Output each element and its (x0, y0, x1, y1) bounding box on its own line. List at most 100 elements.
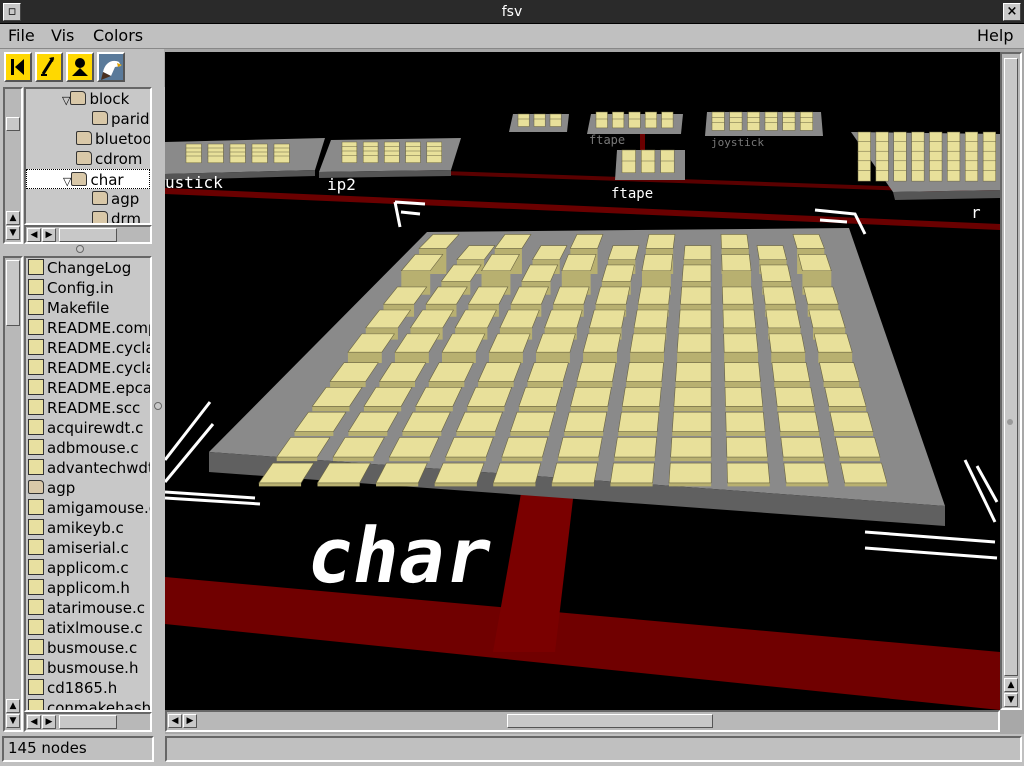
tree-vscroll[interactable]: ▲ ▼ (3, 87, 23, 244)
file-node (533, 118, 546, 127)
file-node (723, 333, 759, 353)
file-list-scroll-down-button[interactable]: ▼ (6, 714, 20, 728)
file-list-item[interactable]: Config.in (28, 278, 150, 298)
file-node-side (294, 431, 334, 437)
file-node (857, 150, 871, 163)
file-list-item[interactable]: applicom.h (28, 578, 150, 598)
pane-divider-handle[interactable] (76, 245, 84, 253)
file-list-item[interactable]: conmakehash.c (28, 698, 150, 710)
file-list-item[interactable]: amikeyb.c (28, 518, 150, 538)
file-node-side (783, 457, 824, 462)
file-list-item[interactable]: busmouse.c (28, 638, 150, 658)
file-list-item[interactable]: adbmouse.c (28, 438, 150, 458)
file-list-item[interactable]: agp (28, 478, 150, 498)
file-list-vscroll-thumb[interactable] (6, 260, 20, 326)
file-node-side (363, 406, 402, 412)
file-list-hscroll-thumb[interactable] (59, 715, 117, 729)
window-title: fsv (501, 4, 523, 20)
file-list-scroll-up-button[interactable]: ▲ (6, 699, 20, 713)
file-node (501, 437, 549, 458)
file-list-scroll-right-button[interactable]: ▶ (42, 715, 56, 729)
menu-colors[interactable]: Colors (93, 24, 143, 48)
file-list-item[interactable]: advantechwdt.c (28, 458, 150, 478)
file-icon (28, 299, 44, 315)
file-list-item[interactable]: acquirewdt.c (28, 418, 150, 438)
file-icon (28, 679, 44, 695)
file-list-item[interactable]: Makefile (28, 298, 150, 318)
tree-item-drm[interactable]: drm (92, 209, 150, 223)
view-scroll-left-button[interactable]: ◀ (168, 714, 182, 728)
file-node (797, 254, 832, 272)
back-to-root-button[interactable] (4, 52, 32, 82)
window-menu-button[interactable]: ▫ (3, 3, 21, 21)
file-list-hscroll[interactable]: ◀ ▶ (24, 712, 152, 732)
filesystem-3d-view[interactable]: ustick ip2 ftape ftape joystick r char (165, 52, 1000, 710)
file-node (660, 160, 675, 173)
menu-file[interactable]: File (8, 24, 35, 48)
file-list-item[interactable]: amigamouse.c (28, 498, 150, 518)
menu-help[interactable]: Help (977, 24, 1013, 48)
tree-scroll-up-button[interactable]: ▲ (6, 211, 20, 225)
file-node (911, 131, 925, 143)
file-list-item[interactable]: busmouse.h (28, 658, 150, 678)
file-node (729, 122, 743, 131)
bird-eye-button[interactable] (66, 52, 94, 82)
file-list-item[interactable]: amiserial.c (28, 538, 150, 558)
file-list-item[interactable]: cd1865.h (28, 678, 150, 698)
menu-vis[interactable]: Vis (51, 24, 74, 48)
file-list-item[interactable]: README.epca (28, 378, 150, 398)
scene-label-ftape-back: ftape (589, 133, 625, 147)
file-list-item[interactable]: README.cycladesZ (28, 358, 150, 378)
file-list-item[interactable]: ChangeLog (28, 258, 150, 278)
file-node (595, 286, 631, 305)
file-node (893, 141, 907, 153)
eagle-logo-button[interactable] (97, 52, 125, 82)
file-list-vscroll[interactable]: ▲ ▼ (3, 256, 23, 732)
menu-bar: File Vis Colors Help (0, 24, 1024, 49)
tree-scroll-right-button[interactable]: ▶ (42, 228, 56, 242)
folder-icon (92, 111, 108, 125)
cd-up-button[interactable] (35, 52, 63, 82)
view-scroll-up-button[interactable]: ▲ (1004, 678, 1018, 692)
file-node-side (317, 482, 360, 487)
file-list-item[interactable]: atarimouse.c (28, 598, 150, 618)
tree-vscroll-thumb[interactable] (6, 117, 20, 131)
tree-item-bluetooth[interactable]: bluetooth (76, 129, 150, 149)
tree-item-block[interactable]: ▽ block (62, 89, 150, 109)
file-list-item[interactable]: README.scc (28, 398, 150, 418)
file-list-scroll-left-button[interactable]: ◀ (27, 715, 41, 729)
file-icon (28, 319, 44, 335)
file-node-side (818, 352, 853, 364)
file-node (576, 362, 617, 382)
view-vscroll[interactable]: ▲ ▼ (1000, 52, 1022, 710)
file-node-side (489, 352, 523, 364)
tree-item-paride[interactable]: paride (92, 109, 150, 129)
tree-hscroll-thumb[interactable] (59, 228, 117, 242)
tree-scroll-left-button[interactable]: ◀ (27, 228, 41, 242)
close-window-button[interactable]: × (1003, 3, 1021, 21)
file-list-item[interactable]: atixlmouse.c (28, 618, 150, 638)
tree-hscroll[interactable]: ◀ ▶ (24, 225, 152, 244)
scene-label-joystick: joystick (711, 136, 764, 149)
view-vscroll-thumb[interactable] (1004, 58, 1018, 676)
tree-item-agp[interactable]: agp (92, 189, 150, 209)
tree-item-cdrom[interactable]: cdrom (76, 149, 150, 169)
file-node (641, 160, 656, 173)
file-node (911, 141, 925, 153)
view-scroll-right-button[interactable]: ▶ (183, 714, 197, 728)
file-node-side (839, 457, 880, 462)
tree-scroll-down-button[interactable]: ▼ (6, 226, 20, 240)
tree-item-char[interactable]: ▽ char (26, 169, 150, 189)
file-node (645, 234, 676, 249)
view-hscroll-thumb[interactable] (507, 714, 713, 728)
file-node (644, 118, 657, 129)
vertical-divider-handle[interactable] (154, 402, 162, 410)
view-scroll-down-button[interactable]: ▼ (1004, 693, 1018, 707)
file-node-side (527, 381, 564, 387)
file-list-item[interactable]: README.computone (28, 318, 150, 338)
file-list-item[interactable]: applicom.c (28, 558, 150, 578)
file-icon (28, 559, 44, 575)
file-list-item[interactable]: README.cycladesZ (28, 338, 150, 358)
file-node (612, 118, 625, 129)
view-hscroll[interactable]: ◀ ▶ (165, 710, 1000, 732)
